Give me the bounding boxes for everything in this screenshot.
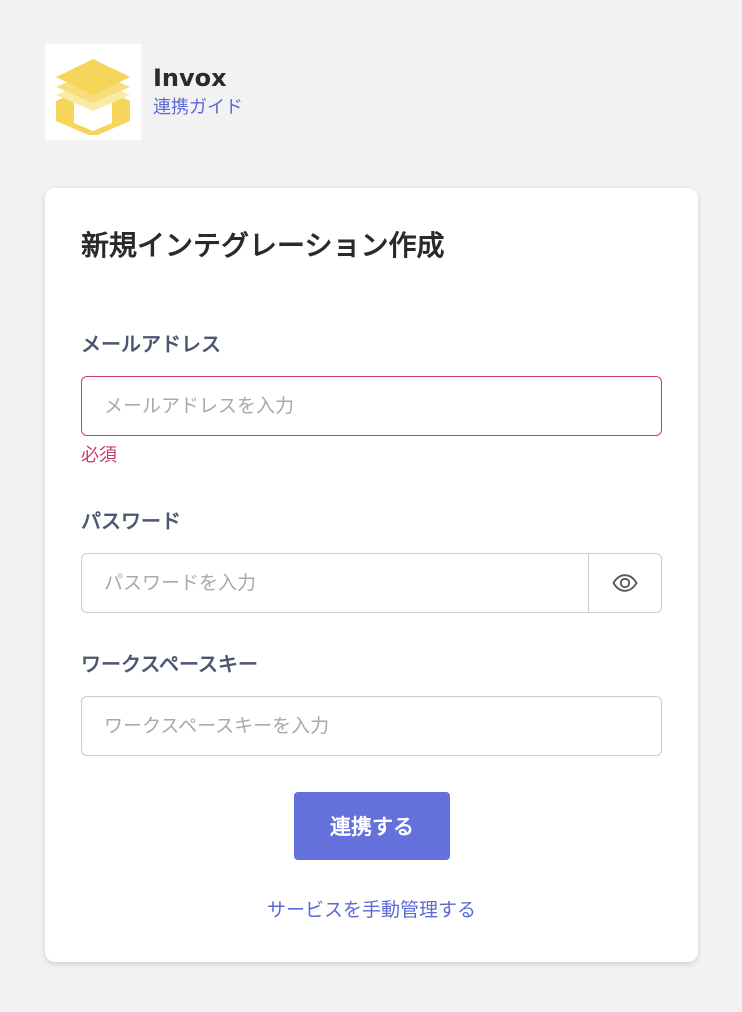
connect-button[interactable]: 連携する [294,792,450,860]
workspace-key-label: ワークスペースキー [81,652,258,676]
toggle-password-visibility-button[interactable] [588,554,661,612]
email-label: メールアドレス [81,332,221,356]
brand-name: Invox [153,64,227,92]
password-label: パスワード [81,509,181,533]
workspace-key-field[interactable] [82,697,661,755]
page-title: 新規インテグレーション作成 [81,229,445,262]
eye-icon [612,574,638,592]
integration-form-card: 新規インテグレーション作成 メールアドレス 必須 パスワード ワークスペースキー… [45,188,698,962]
manual-management-link[interactable]: サービスを手動管理する [45,896,698,924]
password-field-wrapper [81,553,662,613]
guide-link[interactable]: 連携ガイド [153,95,243,121]
workspace-key-field-wrapper [81,696,662,756]
password-field[interactable] [82,554,588,612]
box-logo-icon [45,44,141,140]
email-field-wrapper [81,376,662,436]
email-field[interactable] [82,377,661,435]
brand-header: Invox 連携ガイド [45,44,243,140]
email-required-error: 必須 [81,445,117,466]
